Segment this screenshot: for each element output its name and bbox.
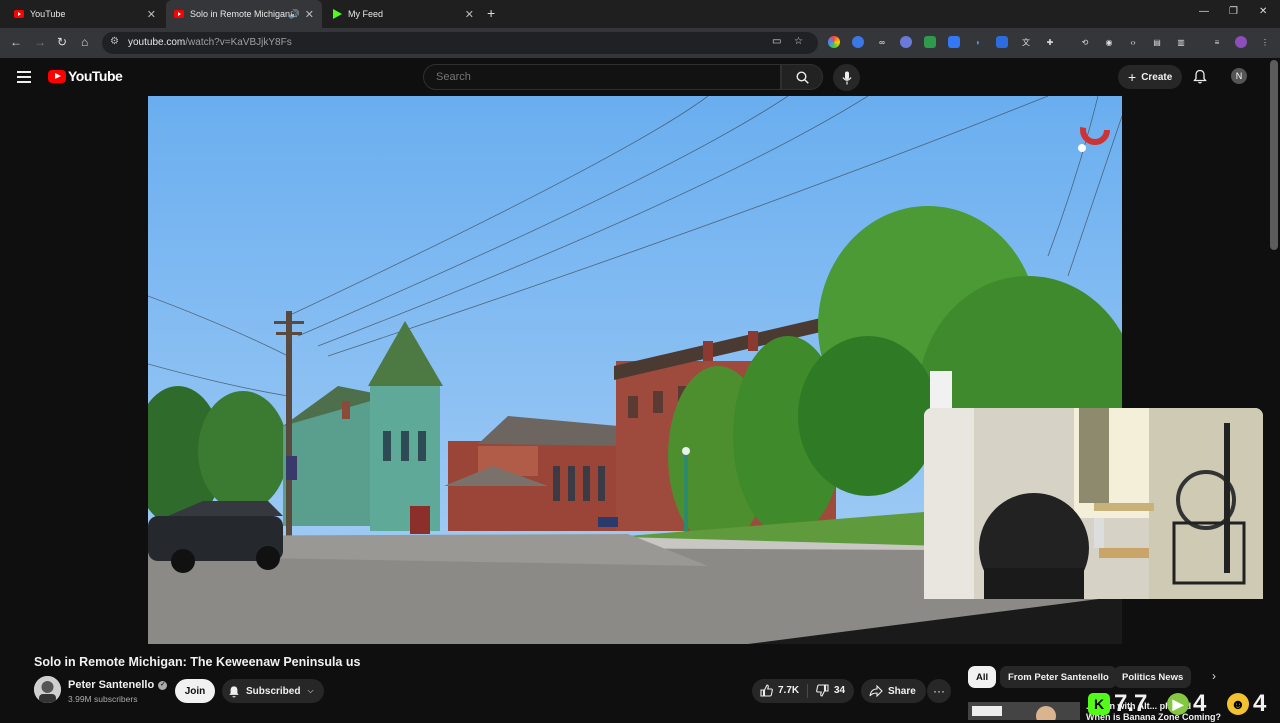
home-icon[interactable]: ⌂ <box>81 35 88 49</box>
reading-list-icon[interactable]: ▤ <box>1151 36 1163 48</box>
close-window-icon[interactable]: ✕ <box>1259 6 1267 17</box>
back-icon[interactable]: ← <box>10 35 22 49</box>
extension-avatar-icon[interactable] <box>900 36 912 48</box>
more-horizontal-icon: ··· <box>933 684 945 698</box>
channel-avatar[interactable] <box>34 676 61 703</box>
more-actions-button[interactable]: ··· <box>927 679 951 703</box>
account-avatar[interactable]: N <box>1231 68 1247 84</box>
extension-glasses-icon[interactable]: ∞ <box>876 36 888 48</box>
extension-shield-icon[interactable] <box>924 36 936 48</box>
plus-icon: + <box>1128 69 1137 85</box>
history-icon[interactable]: ⟲ <box>1079 36 1091 48</box>
url-text: youtube.com/watch?v=KaVBJjkY8Fs <box>128 37 292 48</box>
rumble-viewer-count: ▶ 4 <box>1167 690 1206 718</box>
kick-viewer-count: K 7.7 <box>1088 690 1147 718</box>
guide-menu-icon[interactable] <box>17 71 31 83</box>
thumbs-up-icon <box>760 684 773 697</box>
search-input[interactable] <box>424 65 780 89</box>
youtube-logo[interactable]: YouTube <box>48 68 123 84</box>
rumble-logo-icon: ▶ <box>1167 693 1189 715</box>
other-viewer-count: ☻ 4 <box>1227 690 1266 718</box>
tab-title: Solo in Remote Michigan: T <box>190 9 292 19</box>
devtools-icon[interactable]: ‹› <box>1127 36 1139 48</box>
search-box[interactable] <box>423 64 781 90</box>
profile-avatar-icon[interactable] <box>1235 36 1247 48</box>
share-button[interactable]: Share <box>861 679 926 703</box>
minimize-icon[interactable]: — <box>1199 6 1209 17</box>
youtube-wordmark: YouTube <box>68 68 123 84</box>
share-arrow-icon <box>869 685 883 697</box>
tab-title: YouTube <box>30 9 66 19</box>
browser-toolbar: ← → ↻ ⌂ ⚙ youtube.com/watch?v=KaVBJjkY8F… <box>0 28 1280 58</box>
video-title: Solo in Remote Michigan: The Keweenaw Pe… <box>34 655 361 669</box>
mask-logo-icon: ☻ <box>1227 693 1249 715</box>
extension-blue-icon[interactable] <box>852 36 864 48</box>
notifications-bell-icon[interactable] <box>1193 69 1207 84</box>
bell-icon <box>229 685 239 697</box>
chip-from-channel[interactable]: From Peter Santenello <box>1000 666 1117 688</box>
screenshot-icon[interactable]: ◉ <box>1103 36 1115 48</box>
youtube-masthead: YouTube + Create N <box>0 58 1280 96</box>
tab-video[interactable]: Solo in Remote Michigan: T 🔊 ✕ <box>166 0 322 28</box>
divider <box>807 684 808 698</box>
like-button[interactable]: 7.7K <box>760 684 799 697</box>
media-control-icon[interactable]: ≡ <box>1211 36 1223 48</box>
dislike-button[interactable]: 34 <box>816 684 845 697</box>
chevron-right-icon[interactable]: › <box>1212 669 1216 683</box>
search-button[interactable] <box>781 64 823 90</box>
address-bar[interactable]: ⚙ youtube.com/watch?v=KaVBJjkY8Fs ▭ ☆ <box>102 32 818 54</box>
subscribed-button[interactable]: Subscribed ⌵ <box>222 679 324 703</box>
create-button[interactable]: + Create <box>1118 65 1183 89</box>
youtube-favicon-icon <box>174 9 184 19</box>
tab-youtube[interactable]: YouTube ✕ <box>6 0 164 28</box>
extension-bitwarden-icon[interactable] <box>996 36 1008 48</box>
search-icon <box>795 70 809 84</box>
youtube-favicon-icon <box>14 9 24 19</box>
browser-tab-strip: YouTube ✕ Solo in Remote Michigan: T 🔊 ✕… <box>0 0 1280 28</box>
extension-translate-icon[interactable]: 文 <box>1020 36 1032 48</box>
restore-icon[interactable]: ❐ <box>1229 6 1238 17</box>
tab-my-feed[interactable]: My Feed ✕ <box>324 0 482 28</box>
webcam-room-scene <box>924 408 1263 599</box>
chevron-down-icon: ⌵ <box>307 686 314 695</box>
site-info-icon[interactable]: ⚙ <box>110 36 119 47</box>
kick-logo-icon: K <box>1088 693 1110 715</box>
browser-menu-icon[interactable]: ⋮ <box>1259 36 1271 48</box>
feed-favicon-icon <box>332 9 342 19</box>
extensions-puzzle-icon[interactable]: ✚ <box>1044 36 1056 48</box>
cast-icon[interactable]: ▭ <box>772 36 781 47</box>
tab-title: My Feed <box>348 9 384 19</box>
close-tab-icon[interactable]: ✕ <box>305 8 314 21</box>
forward-icon[interactable]: → <box>34 35 46 49</box>
join-button[interactable]: Join <box>175 679 215 703</box>
chip-all[interactable]: All <box>968 666 997 688</box>
extension-color-icon[interactable] <box>828 36 840 48</box>
microphone-icon <box>842 71 851 84</box>
sidebar-icon[interactable]: ▥ <box>1175 36 1187 48</box>
chip-politics-news[interactable]: Politics News <box>1114 666 1192 688</box>
channel-name[interactable]: Peter Santenello ✓ <box>68 679 168 691</box>
bookmark-star-icon[interactable]: ☆ <box>794 36 803 47</box>
youtube-play-logo-icon <box>48 69 66 83</box>
close-tab-icon[interactable]: ✕ <box>147 8 156 21</box>
webcam-overlay <box>924 408 1263 599</box>
extension-wave-icon[interactable]: ◗ <box>972 36 984 48</box>
reload-icon[interactable]: ↻ <box>57 35 67 49</box>
subscriber-count: 3.99M subscribers <box>68 694 138 704</box>
recommendation-thumbnail[interactable] <box>968 702 1080 720</box>
verified-badge-icon: ✓ <box>158 680 168 690</box>
close-tab-icon[interactable]: ✕ <box>465 8 474 21</box>
page-scrollbar[interactable] <box>1270 60 1278 250</box>
like-dislike-group: 7.7K 34 <box>752 679 854 703</box>
speaker-icon[interactable]: 🔊 <box>289 9 300 20</box>
extension-window-icon[interactable] <box>948 36 960 48</box>
thumbs-down-icon <box>816 684 829 697</box>
new-tab-button[interactable]: + <box>487 5 495 21</box>
voice-search-button[interactable] <box>833 64 860 91</box>
